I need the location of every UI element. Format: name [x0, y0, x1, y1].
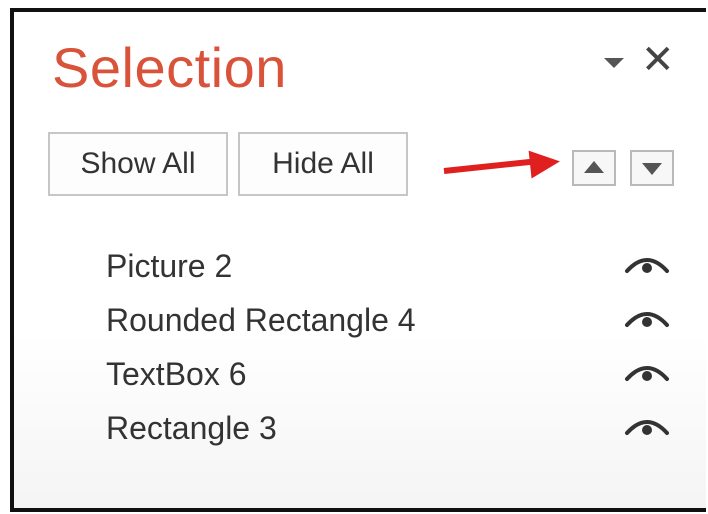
list-item-label: Rectangle 3: [106, 410, 277, 446]
eye-icon[interactable]: [624, 252, 670, 278]
show-all-button[interactable]: Show All: [48, 132, 228, 196]
list-item[interactable]: TextBox 6: [14, 348, 706, 400]
list-item[interactable]: Rectangle 3: [14, 402, 706, 454]
dropdown-caret-icon[interactable]: [604, 58, 624, 68]
annotation-arrow-shaft: [443, 158, 536, 174]
list-item-label: TextBox 6: [106, 356, 247, 392]
triangle-up-icon: [584, 161, 604, 173]
selection-pane: Selection ✕ Show All Hide All Picture 2 …: [10, 8, 706, 512]
list-item-label: Picture 2: [106, 248, 233, 284]
list-item[interactable]: Picture 2: [14, 240, 706, 292]
eye-icon[interactable]: [624, 414, 670, 440]
eye-icon[interactable]: [624, 306, 670, 332]
hide-all-button[interactable]: Hide All: [238, 132, 408, 196]
close-icon[interactable]: ✕: [641, 40, 675, 80]
eye-icon[interactable]: [624, 360, 670, 386]
pane-title: Selection: [52, 36, 287, 99]
triangle-down-icon: [642, 163, 662, 175]
annotation-arrow-head: [528, 147, 562, 179]
bring-forward-button[interactable]: [572, 150, 616, 186]
list-item[interactable]: Rounded Rectangle 4: [14, 294, 706, 346]
send-backward-button[interactable]: [630, 150, 674, 186]
list-item-label: Rounded Rectangle 4: [106, 302, 416, 338]
